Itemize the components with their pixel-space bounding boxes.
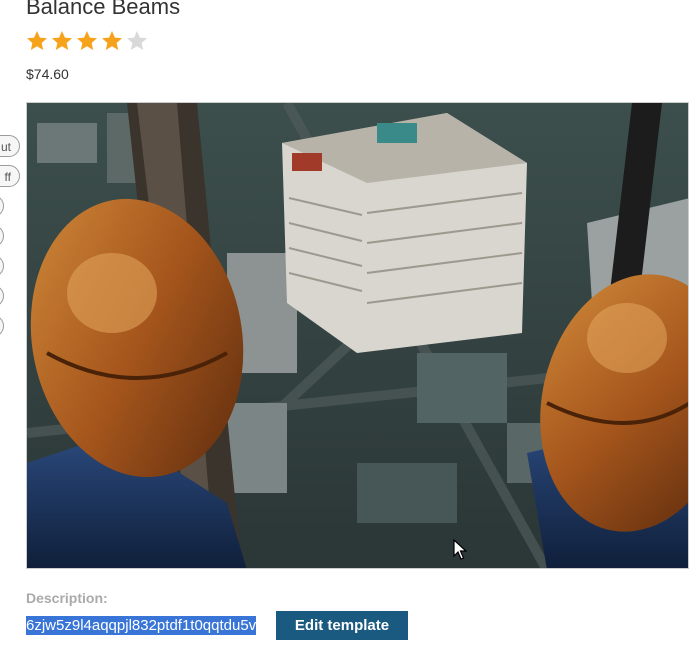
star-filled-icon: [52, 31, 72, 50]
city-boots-illustration: [27, 103, 688, 568]
mouse-cursor-icon: [453, 539, 467, 560]
side-pill-5[interactable]: [0, 255, 4, 277]
side-pill-3[interactable]: [0, 195, 4, 217]
star-empty-icon: [127, 31, 147, 50]
star-rating: [25, 29, 149, 53]
star-filled-icon: [27, 31, 47, 50]
side-pill-1[interactable]: ut: [0, 135, 20, 157]
side-pill-6[interactable]: [0, 285, 4, 307]
side-pill-4[interactable]: [0, 225, 4, 247]
description-value[interactable]: 6zjw5z9l4aqqpjl832ptdf1t0qqtdu5v: [26, 616, 257, 635]
star-filled-icon: [102, 31, 122, 50]
edit-template-button[interactable]: Edit template: [276, 611, 408, 640]
side-pill-2[interactable]: ff: [0, 165, 20, 187]
product-title: Balance Beams: [26, 0, 181, 19]
product-image: [26, 102, 689, 569]
star-filled-icon: [77, 31, 97, 50]
product-price: $74.60: [26, 66, 69, 82]
description-label: Description:: [26, 590, 108, 606]
side-pill-7[interactable]: [0, 315, 4, 337]
